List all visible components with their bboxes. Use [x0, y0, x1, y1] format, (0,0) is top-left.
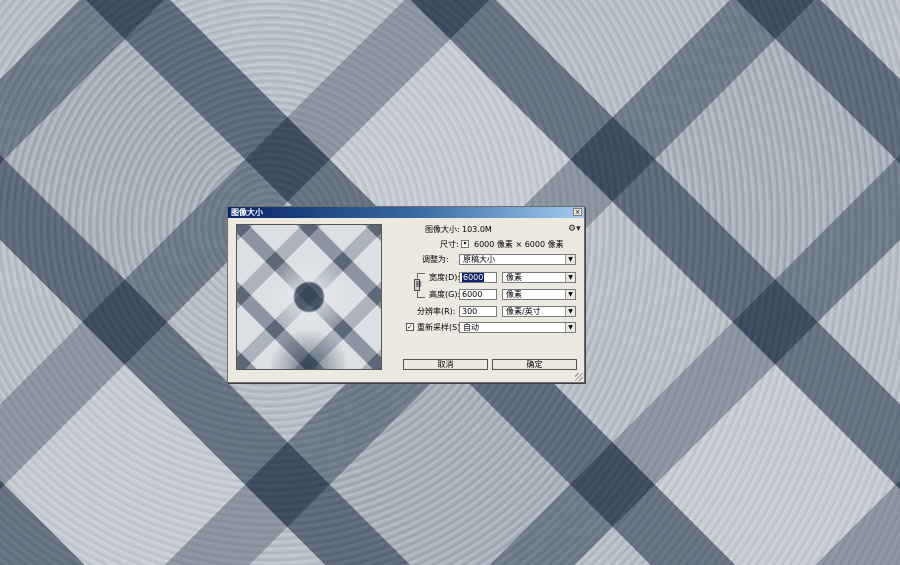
resolution-unit-value: 像素/英寸	[506, 307, 541, 316]
height-label: 高度(G):	[429, 290, 461, 299]
resample-select[interactable]: 自动 ▼	[459, 322, 576, 333]
resolution-label: 分辨率(R):	[417, 307, 456, 316]
fit-to-label: 调整为:	[422, 255, 449, 264]
width-unit-value: 像素	[506, 273, 522, 282]
resolution-value: 300	[462, 307, 478, 316]
dialog-title: 图像大小	[231, 208, 263, 217]
ok-button[interactable]: 确定	[492, 359, 577, 370]
cancel-button[interactable]: 取消	[403, 359, 488, 370]
close-icon: ×	[574, 208, 581, 216]
fit-to-select[interactable]: 原稿大小 ▼	[459, 254, 576, 265]
width-unit-select[interactable]: 像素 ▼	[502, 272, 576, 283]
chevron-down-icon: ▼	[565, 307, 575, 316]
width-label: 宽度(D):	[429, 273, 461, 282]
chevron-down-icon: ▾	[463, 240, 467, 247]
image-preview[interactable]	[236, 224, 382, 370]
chevron-down-icon: ▼	[565, 273, 575, 282]
height-unit-select[interactable]: 像素 ▼	[502, 289, 576, 300]
resample-value: 自动	[463, 323, 479, 332]
dimensions-value: 6000 像素 × 6000 像素	[474, 240, 564, 249]
height-value: 6000	[462, 290, 483, 299]
image-size-value: 103.0M	[462, 225, 492, 234]
resample-label: 重新采样(S):	[417, 323, 464, 332]
resample-checkbox[interactable]: ✓	[406, 323, 414, 331]
constrain-proportions-link-icon[interactable]: ⛓	[414, 279, 423, 291]
dimensions-unit-dropdown[interactable]: ▾	[461, 240, 469, 248]
image-size-dialog: 图像大小 × 图像大小: 103.0M ⚙▾ 尺寸: ▾ 6000 像素 × 6…	[227, 206, 585, 383]
chevron-down-icon: ▼	[565, 290, 575, 299]
width-value: 6000	[462, 273, 485, 282]
checkmark-icon: ✓	[407, 323, 413, 331]
chevron-down-icon: ▼	[565, 323, 575, 332]
gear-icon[interactable]: ⚙▾	[568, 224, 581, 234]
height-unit-value: 像素	[506, 290, 522, 299]
resize-grip[interactable]	[575, 373, 583, 381]
resolution-unit-select[interactable]: 像素/英寸 ▼	[502, 306, 576, 317]
resolution-input[interactable]: 300	[459, 306, 497, 317]
dimensions-label: 尺寸:	[440, 240, 459, 249]
fit-to-value: 原稿大小	[463, 255, 495, 264]
dialog-titlebar[interactable]: 图像大小 ×	[228, 207, 584, 218]
image-size-label: 图像大小:	[425, 225, 460, 234]
chevron-down-icon: ▼	[565, 255, 575, 264]
height-input[interactable]: 6000	[459, 289, 497, 300]
link-bracket-bottom	[417, 291, 425, 298]
close-button[interactable]: ×	[573, 208, 582, 216]
width-input[interactable]: 6000	[459, 272, 497, 283]
